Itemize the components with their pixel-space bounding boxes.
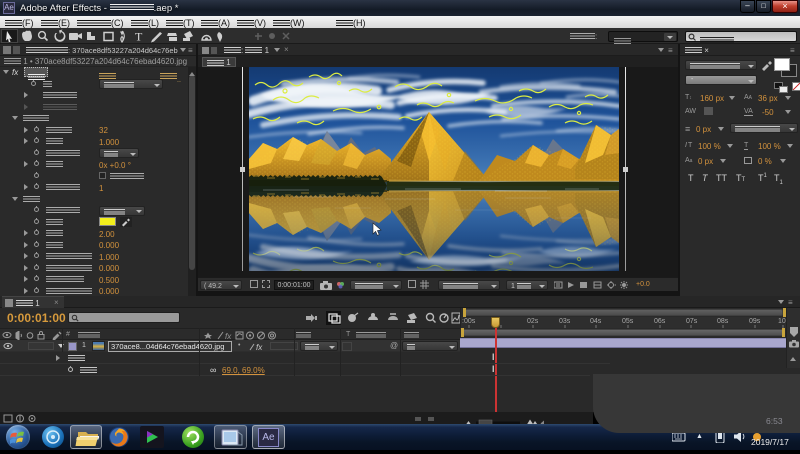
svg-text:T: T (135, 30, 143, 44)
svg-text:fx: fx (256, 343, 263, 351)
